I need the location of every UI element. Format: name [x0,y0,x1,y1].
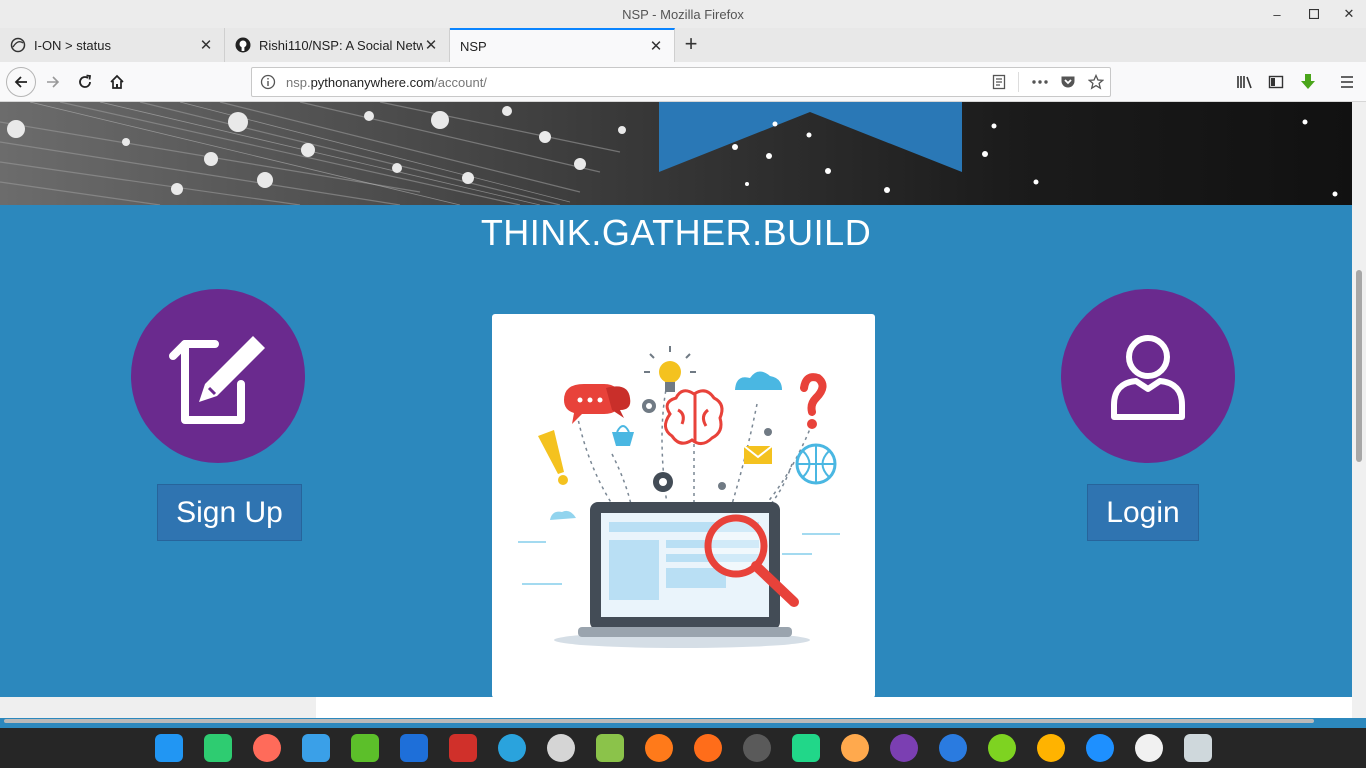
minimize-button[interactable]: – [1266,4,1288,24]
firefox-icon[interactable] [694,734,722,762]
store-icon[interactable] [302,734,330,762]
maximize-icon [1309,9,1319,19]
horizontal-scroll-area [0,697,1352,723]
close-tab-icon[interactable]: ✕ [648,37,664,55]
clock-icon[interactable] [1037,734,1065,762]
trash-icon[interactable] [1184,734,1212,762]
maximize-button[interactable] [1303,4,1325,24]
file-manager-icon[interactable] [204,734,232,762]
screen-recorder-icon[interactable] [253,734,281,762]
app-icon[interactable] [841,734,869,762]
launcher-icon[interactable] [155,734,183,762]
telegram-icon[interactable] [498,734,526,762]
fiber-optics-image [0,102,1352,205]
android-icon[interactable] [596,734,624,762]
address-bar[interactable]: nsp. pythonanywhere.com/account/ [251,67,1111,97]
user-icon [1111,335,1185,420]
laptop-ideas-illustration [518,346,840,648]
reader-view-icon[interactable] [991,74,1007,90]
horizontal-scroll-thumb[interactable] [4,719,1314,723]
taskbar-dock [0,728,1366,768]
forward-button[interactable] [39,68,67,96]
tab-label: NSP [460,38,487,54]
sync-icon[interactable] [645,734,673,762]
video-icon[interactable] [400,734,428,762]
home-icon [110,74,124,89]
menu-button[interactable] [1333,68,1361,96]
window-title: NSP - Mozilla Firefox [622,6,744,22]
close-tab-icon[interactable]: ✕ [423,36,439,54]
back-button[interactable] [6,67,36,97]
tab-label: I-ON > status [34,37,111,53]
music-icon[interactable] [351,734,379,762]
tab-github[interactable]: Rishi110/NSP: A Social Netwo ✕ [225,28,450,62]
signup-button[interactable]: Sign Up [157,484,302,541]
github-icon [235,37,251,53]
navigation-bar: nsp. pythonanywhere.com/account/ [0,62,1366,102]
reload-icon [79,74,92,88]
sidebar-button[interactable] [1262,68,1290,96]
library-button[interactable] [1231,68,1259,96]
login-circle[interactable] [1061,289,1235,463]
header-banner-image [0,102,1352,205]
media-player-icon[interactable] [890,734,918,762]
more-actions-icon[interactable] [1031,74,1049,90]
sidebar-icon [1268,75,1284,89]
system-monitor-icon[interactable] [939,734,967,762]
url-prefix: nsp. [286,74,311,90]
vertical-scroll-thumb[interactable] [1356,270,1362,462]
vertical-scrollbar[interactable] [1352,102,1366,718]
spider-icon[interactable] [743,734,771,762]
downloads-button[interactable] [1294,68,1322,96]
reload-button[interactable] [71,68,99,96]
download-arrow-icon [1301,74,1315,89]
close-tab-icon[interactable]: ✕ [198,36,214,54]
settings-icon[interactable] [547,734,575,762]
calendar-icon[interactable] [1135,734,1163,762]
illustration-card [492,314,875,698]
tab-ion-status[interactable]: I-ON > status ✕ [0,28,225,62]
ion-favicon-icon [10,37,26,53]
pocket-icon[interactable] [1060,74,1076,90]
tab-label: Rishi110/NSP: A Social Netwo [259,37,423,53]
url-host: pythonanywhere.com [310,74,435,90]
home-button[interactable] [103,68,131,96]
terminal-icon[interactable] [449,734,477,762]
signup-circle[interactable] [131,289,305,463]
login-button[interactable]: Login [1087,484,1199,541]
hamburger-menu-icon [1341,76,1353,88]
wifi-icon[interactable] [1086,734,1114,762]
page-footer-strip [0,697,316,718]
page-viewport: THINK.GATHER.BUILD Sign Up Login [0,102,1352,718]
edit-document-icon [169,336,265,424]
back-arrow-icon [14,76,27,88]
close-window-button[interactable]: ✕ [1338,4,1360,24]
window-titlebar: NSP - Mozilla Firefox – ✕ [0,0,1366,28]
info-icon[interactable] [260,74,276,90]
pycharm-icon[interactable] [792,734,820,762]
bookmark-star-icon[interactable] [1088,74,1104,90]
page-headline: THINK.GATHER.BUILD [480,212,872,253]
power-icon[interactable] [988,734,1016,762]
library-icon [1237,76,1252,89]
forward-arrow-icon [47,76,60,88]
new-tab-button[interactable]: + [678,30,704,58]
tab-nsp[interactable]: NSP ✕ [450,28,675,62]
url-path: /account/ [434,74,487,90]
